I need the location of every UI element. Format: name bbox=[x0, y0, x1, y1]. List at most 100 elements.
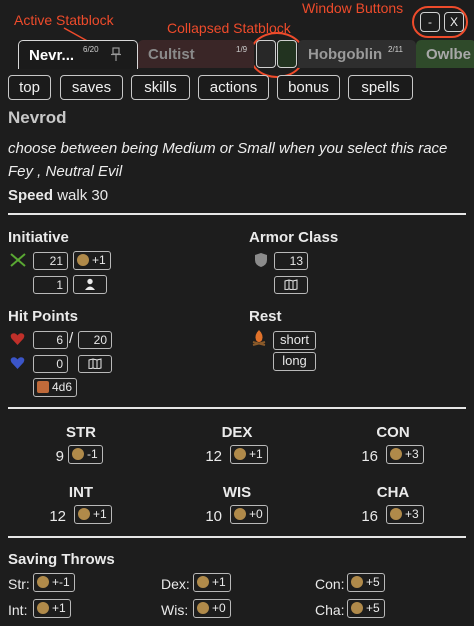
tab-hobgoblin[interactable]: Hobgoblin 2/11 bbox=[298, 40, 416, 68]
tab-count: 2/11 bbox=[388, 45, 403, 54]
ability-label-str: STR bbox=[66, 424, 96, 441]
nav-actions-button[interactable]: actions bbox=[198, 75, 269, 100]
save-wis-button[interactable]: +0 bbox=[193, 599, 231, 618]
shield-icon bbox=[255, 253, 267, 267]
save-label-con: Con: bbox=[315, 576, 345, 592]
heart-icon bbox=[10, 333, 25, 345]
nav-skills-button[interactable]: skills bbox=[131, 75, 190, 100]
hit-dice-icon bbox=[37, 381, 49, 393]
ability-mod-cha-button[interactable]: +3 bbox=[386, 505, 424, 524]
ability-mod: +3 bbox=[405, 507, 419, 521]
ability-mod: -1 bbox=[87, 447, 98, 461]
hit-dice-button[interactable]: 4d6 bbox=[33, 378, 78, 397]
dice-icon bbox=[197, 602, 209, 614]
tab-label: Nevr... bbox=[29, 47, 75, 64]
save-mod: +1 bbox=[52, 601, 66, 615]
long-rest-button[interactable]: long bbox=[273, 352, 316, 371]
tab-count: 6/20 bbox=[83, 45, 99, 54]
creature-name: Nevrod bbox=[8, 108, 67, 127]
tab-collapsed-1[interactable] bbox=[256, 40, 276, 68]
map-icon bbox=[284, 279, 298, 291]
tab-nevrod[interactable]: Nevr... 6/20 bbox=[18, 40, 138, 69]
ability-mod: +3 bbox=[405, 447, 419, 461]
hp-max[interactable]: 20 bbox=[78, 331, 112, 349]
ability-mod-str-button[interactable]: -1 bbox=[68, 445, 103, 464]
save-mod: +1 bbox=[212, 575, 226, 589]
dice-icon bbox=[234, 508, 246, 520]
ability-mod: +1 bbox=[93, 507, 107, 521]
crossed-swords-icon bbox=[10, 253, 26, 267]
save-label-str: Str: bbox=[8, 576, 30, 592]
save-label-int: Int: bbox=[8, 602, 28, 618]
ability-score-dex: 12 bbox=[205, 448, 222, 465]
dice-icon bbox=[351, 576, 363, 588]
ability-label-int: INT bbox=[68, 484, 94, 501]
save-mod: +-1 bbox=[52, 575, 70, 589]
save-label-cha: Cha: bbox=[315, 602, 345, 618]
ability-mod-wis-button[interactable]: +0 bbox=[230, 505, 268, 524]
dice-icon bbox=[77, 254, 89, 266]
nav-top-button[interactable]: top bbox=[8, 75, 51, 100]
save-dex-button[interactable]: +1 bbox=[193, 573, 231, 592]
creature-description: choose between being Medium or Small whe… bbox=[8, 140, 448, 157]
save-mod: +5 bbox=[366, 575, 380, 589]
speed-value: walk 30 bbox=[57, 187, 109, 204]
tab-cultist[interactable]: Cultist 1/9 bbox=[138, 40, 254, 68]
tab-owlbear[interactable]: Owlbe bbox=[416, 40, 474, 68]
ability-mod-con-button[interactable]: +3 bbox=[386, 445, 424, 464]
hit-points-label: Hit Points bbox=[8, 308, 78, 325]
ability-mod-int-button[interactable]: +1 bbox=[74, 505, 112, 524]
dice-icon bbox=[37, 576, 49, 588]
save-str-button[interactable]: +-1 bbox=[33, 573, 75, 592]
creature-type-alignment: Fey , Neutral Evil bbox=[8, 163, 123, 180]
tab-label: Owlbe bbox=[426, 46, 472, 63]
save-label-wis: Wis: bbox=[161, 602, 189, 618]
nav-bonus-button[interactable]: bonus bbox=[277, 75, 340, 100]
ability-label-wis: WIS bbox=[222, 484, 252, 501]
divider bbox=[8, 213, 466, 215]
save-label-dex: Dex: bbox=[161, 576, 190, 592]
divider bbox=[8, 407, 466, 409]
ability-label-dex: DEX bbox=[221, 424, 253, 441]
initiative-count[interactable]: 1 bbox=[33, 276, 68, 294]
armor-class-label: Armor Class bbox=[249, 229, 339, 246]
map-button[interactable] bbox=[274, 276, 308, 294]
ability-label-cha: CHA bbox=[376, 484, 410, 501]
ability-score-str: 9 bbox=[55, 448, 64, 465]
hp-current[interactable]: 6 bbox=[33, 331, 68, 349]
temp-hp-heart-icon bbox=[10, 357, 25, 369]
ability-mod-dex-button[interactable]: +1 bbox=[230, 445, 268, 464]
ability-mod: +1 bbox=[249, 447, 263, 461]
saving-throws-label: Saving Throws bbox=[8, 551, 115, 568]
ability-score-wis: 10 bbox=[205, 508, 222, 525]
initiative-value[interactable]: 21 bbox=[33, 252, 68, 270]
dice-icon bbox=[37, 602, 49, 614]
initiative-mod: +1 bbox=[92, 253, 106, 267]
tab-label: Hobgoblin bbox=[308, 46, 383, 63]
minimize-button[interactable]: - bbox=[420, 12, 440, 32]
initiative-roll-button[interactable]: +1 bbox=[73, 251, 111, 270]
short-rest-button[interactable]: short bbox=[273, 331, 316, 350]
speed-line: Speed walk 30 bbox=[8, 187, 108, 204]
ability-label-con: CON bbox=[376, 424, 410, 441]
close-button[interactable]: X bbox=[444, 12, 464, 32]
ability-mod: +0 bbox=[249, 507, 263, 521]
dice-icon bbox=[72, 448, 84, 460]
hp-map-button[interactable] bbox=[78, 355, 112, 373]
hit-dice-value: 4d6 bbox=[52, 380, 73, 394]
nav-spells-button[interactable]: spells bbox=[348, 75, 413, 100]
save-cha-button[interactable]: +5 bbox=[347, 599, 385, 618]
rest-label: Rest bbox=[249, 308, 282, 325]
tab-collapsed-2[interactable] bbox=[277, 40, 297, 68]
save-int-button[interactable]: +1 bbox=[33, 599, 71, 618]
dice-icon bbox=[78, 508, 90, 520]
save-con-button[interactable]: +5 bbox=[347, 573, 385, 592]
nav-saves-button[interactable]: saves bbox=[60, 75, 123, 100]
armor-class-value[interactable]: 13 bbox=[274, 252, 308, 270]
person-button[interactable] bbox=[73, 275, 107, 294]
pin-icon[interactable] bbox=[111, 47, 121, 61]
dice-icon bbox=[390, 448, 402, 460]
hp-temp[interactable]: 0 bbox=[33, 355, 68, 373]
save-mod: +0 bbox=[212, 601, 226, 615]
tab-count: 1/9 bbox=[236, 45, 248, 54]
